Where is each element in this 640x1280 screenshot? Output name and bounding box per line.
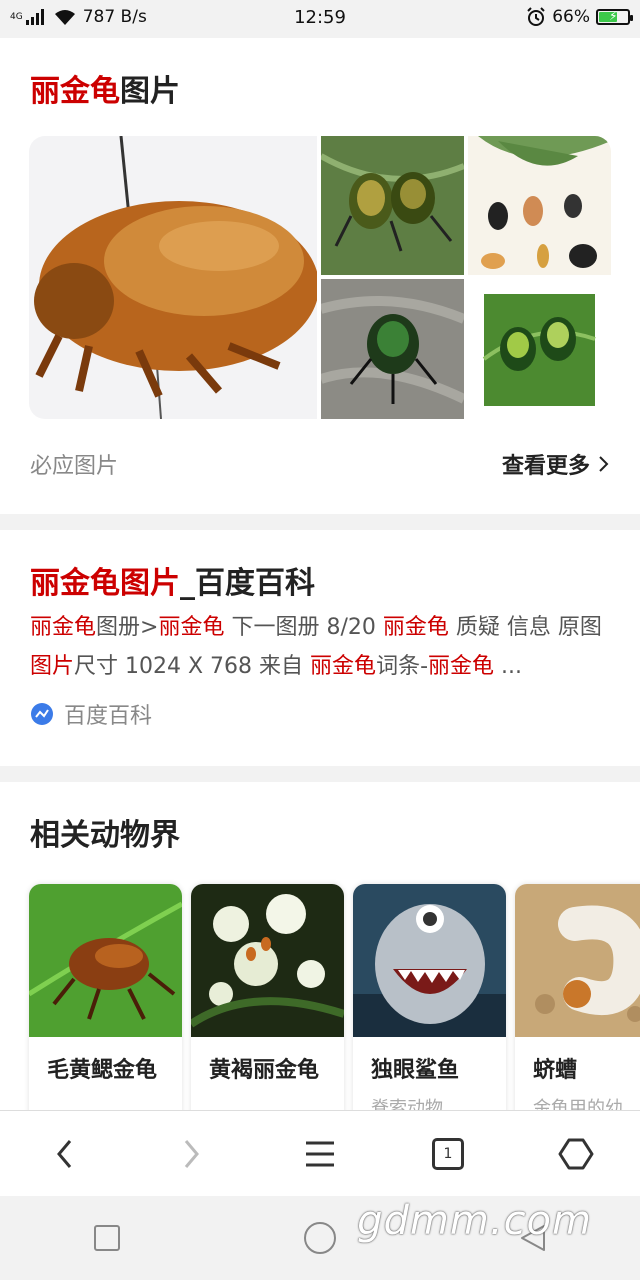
- view-more-link[interactable]: 查看更多: [502, 448, 610, 480]
- browser-nav-bar: 1: [0, 1110, 640, 1196]
- watermark: gdmm.com: [357, 1198, 592, 1244]
- baike-result-title[interactable]: 丽金龟图片_百度百科: [30, 558, 315, 602]
- related-item-name: 独眼鲨鱼: [371, 1058, 460, 1083]
- related-carousel[interactable]: 毛黄鳃金龟 黄褐丽金龟 独眼鲨鱼 脊索动物 蛴螬 金龟甲的幼: [29, 884, 640, 1112]
- back-icon: [57, 1139, 72, 1168]
- tab-count: 1: [443, 1145, 453, 1162]
- menu-icon: [306, 1141, 334, 1166]
- baike-source: 百度百科: [30, 698, 152, 730]
- snippet-text: 图册>: [96, 615, 159, 640]
- snippet-highlight: 丽金龟: [158, 615, 225, 640]
- snippet-text: 质疑 信息 原图: [448, 615, 602, 640]
- related-animals-card: 相关动物界 毛黄鳃金龟 黄褐丽金龟 独眼鲨鱼 脊索动物 蛴螬 金龟甲的幼: [0, 782, 640, 1112]
- snippet-text: 尺寸 1024 X 768 来自: [74, 654, 311, 679]
- baike-logo-icon: [31, 703, 53, 725]
- battery-percent: 66%: [552, 7, 590, 27]
- beetle-image-leaf[interactable]: [468, 279, 611, 419]
- image-section-title[interactable]: 丽金龟图片: [30, 66, 180, 110]
- signal-icon: [25, 9, 44, 25]
- tabs-icon: 1: [432, 1137, 464, 1170]
- baike-result-snippet: 丽金龟图册>丽金龟 下一图册 8/20 丽金龟 质疑 信息 原图 图片尺寸 10…: [30, 608, 610, 686]
- menu-button[interactable]: [280, 1124, 360, 1184]
- image-grid: [29, 136, 611, 419]
- image-source-label: 必应图片: [30, 454, 119, 479]
- recent-apps-icon: [93, 1225, 120, 1251]
- home-button[interactable]: [536, 1124, 616, 1184]
- snippet-text: 词条-: [376, 654, 429, 679]
- related-item-name: 毛黄鳃金龟: [47, 1058, 158, 1083]
- snippet-highlight: 丽金龟: [382, 615, 449, 640]
- home-icon: [558, 1138, 594, 1169]
- image-results-card: 丽金龟图片 必应图片 查看更多: [0, 38, 640, 514]
- tabs-button[interactable]: 1: [408, 1124, 488, 1184]
- related-item[interactable]: 蛴螬 金龟甲的幼: [515, 884, 640, 1112]
- wifi-icon: [54, 10, 75, 25]
- home-circle-icon: [303, 1222, 336, 1254]
- related-item-image: [191, 884, 344, 1037]
- beetle-image-illustration[interactable]: [468, 136, 611, 275]
- snippet-highlight: 丽金龟: [30, 615, 97, 640]
- alarm-icon: [527, 7, 545, 26]
- status-bar: 4G 787 B/s 12:59 66% ⚡: [0, 0, 640, 34]
- snippet-text: ...: [494, 654, 523, 679]
- snippet-highlight: 丽金龟: [310, 654, 377, 679]
- clock: 12:59: [294, 6, 346, 28]
- network-speed: 787 B/s: [82, 7, 147, 27]
- battery-icon: ⚡: [596, 9, 633, 25]
- related-item[interactable]: 独眼鲨鱼 脊索动物: [353, 884, 506, 1112]
- back-button[interactable]: [24, 1124, 104, 1184]
- beetle-image-green-pair[interactable]: [321, 136, 464, 275]
- related-item[interactable]: 黄褐丽金龟: [191, 884, 344, 1112]
- beetle-image-large[interactable]: [29, 136, 317, 419]
- related-section-title: 相关动物界: [30, 818, 180, 853]
- snippet-highlight: 丽金龟: [428, 654, 495, 679]
- related-item-name: 黄褐丽金龟: [209, 1058, 320, 1083]
- baike-result-card: 丽金龟图片_百度百科 丽金龟图册>丽金龟 下一图册 8/20 丽金龟 质疑 信息…: [0, 530, 640, 766]
- related-item[interactable]: 毛黄鳃金龟: [29, 884, 182, 1112]
- snippet-highlight: 图片: [30, 654, 75, 679]
- snippet-text: 下一图册 8/20: [224, 615, 383, 640]
- recent-apps-button[interactable]: [67, 1208, 147, 1268]
- related-item-image: [29, 884, 182, 1037]
- system-home-button[interactable]: [280, 1208, 360, 1268]
- network-type: 4G: [10, 11, 23, 22]
- beetle-image-bark[interactable]: [321, 279, 464, 419]
- related-item-name: 蛴螬: [533, 1058, 578, 1083]
- related-item-image: [353, 884, 506, 1037]
- forward-button[interactable]: [152, 1124, 232, 1184]
- forward-icon: [184, 1139, 199, 1168]
- chevron-right-icon: [599, 456, 609, 472]
- related-item-image: [515, 884, 640, 1037]
